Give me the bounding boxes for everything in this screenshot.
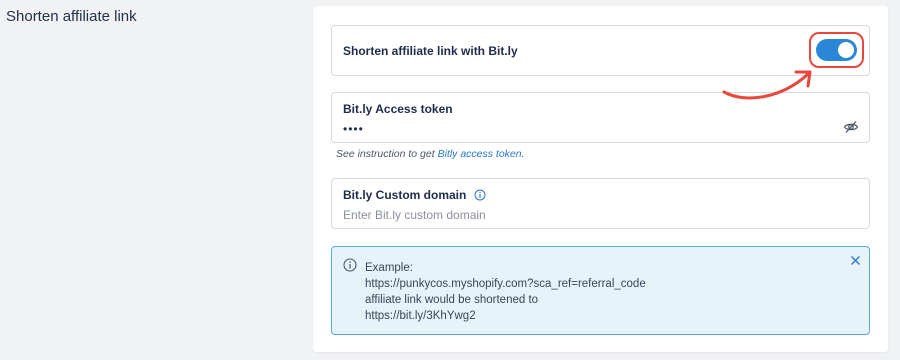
annotation-arrow [722, 70, 812, 100]
example-line: https://bit.ly/3KhYwg2 [365, 310, 476, 322]
access-token-input[interactable]: •••• [343, 122, 364, 136]
custom-domain-field[interactable]: Bit.ly Custom domain [331, 178, 870, 229]
example-line: Example: [365, 262, 413, 274]
help-suffix: . [521, 148, 525, 160]
toggle-label: Shorten affiliate link with Bit.ly [343, 44, 518, 58]
close-icon[interactable] [850, 255, 861, 266]
example-banner: Example: https://punkycos.myshopify.com?… [331, 246, 870, 335]
example-text: Example: https://punkycos.myshopify.com?… [365, 260, 646, 324]
help-prefix: See instruction to get [336, 148, 438, 160]
info-icon [343, 258, 357, 272]
custom-domain-label-row: Bit.ly Custom domain [343, 188, 486, 202]
custom-domain-label: Bit.ly Custom domain [343, 188, 467, 202]
section-title: Shorten affiliate link [6, 8, 137, 25]
bitly-toggle-switch[interactable] [816, 39, 857, 61]
token-help-text: See instruction to get Bitly access toke… [336, 148, 525, 160]
example-line: https://punkycos.myshopify.com?sca_ref=r… [365, 278, 646, 290]
bitly-token-link[interactable]: Bitly access token [438, 148, 522, 160]
access-token-label: Bit.ly Access token [343, 102, 453, 116]
example-line: affiliate link would be shortened to [365, 294, 539, 306]
info-icon[interactable] [474, 189, 486, 201]
settings-card: Shorten affiliate link with Bit.ly Bit.l… [313, 6, 888, 352]
toggle-knob [838, 42, 854, 58]
custom-domain-input[interactable] [343, 208, 843, 222]
eye-off-icon[interactable] [843, 119, 859, 135]
